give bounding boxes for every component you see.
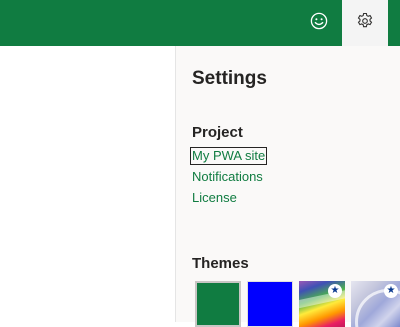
main-content-area [0, 46, 175, 322]
theme-swatch-green[interactable] [195, 281, 241, 327]
notifications-link[interactable]: Notifications [192, 169, 263, 185]
star-icon: ★ [328, 284, 342, 298]
project-heading: Project [192, 124, 243, 141]
smiley-icon [310, 12, 328, 35]
settings-button[interactable] [342, 0, 388, 46]
theme-swatch-rainbow[interactable]: ★ [299, 281, 345, 327]
license-link[interactable]: License [192, 190, 237, 206]
settings-title: Settings [192, 68, 267, 89]
gear-icon [356, 12, 374, 35]
my-pwa-site-link[interactable]: My PWA site [189, 147, 268, 165]
settings-panel: Settings Project My PWA site Notificatio… [175, 46, 400, 327]
theme-swatch-blue[interactable] [247, 281, 293, 327]
star-icon: ★ [384, 284, 398, 298]
feedback-button[interactable] [296, 0, 342, 46]
theme-swatch-silver[interactable]: ★ [351, 281, 400, 327]
themes-heading: Themes [192, 255, 249, 272]
top-app-bar [0, 0, 400, 46]
